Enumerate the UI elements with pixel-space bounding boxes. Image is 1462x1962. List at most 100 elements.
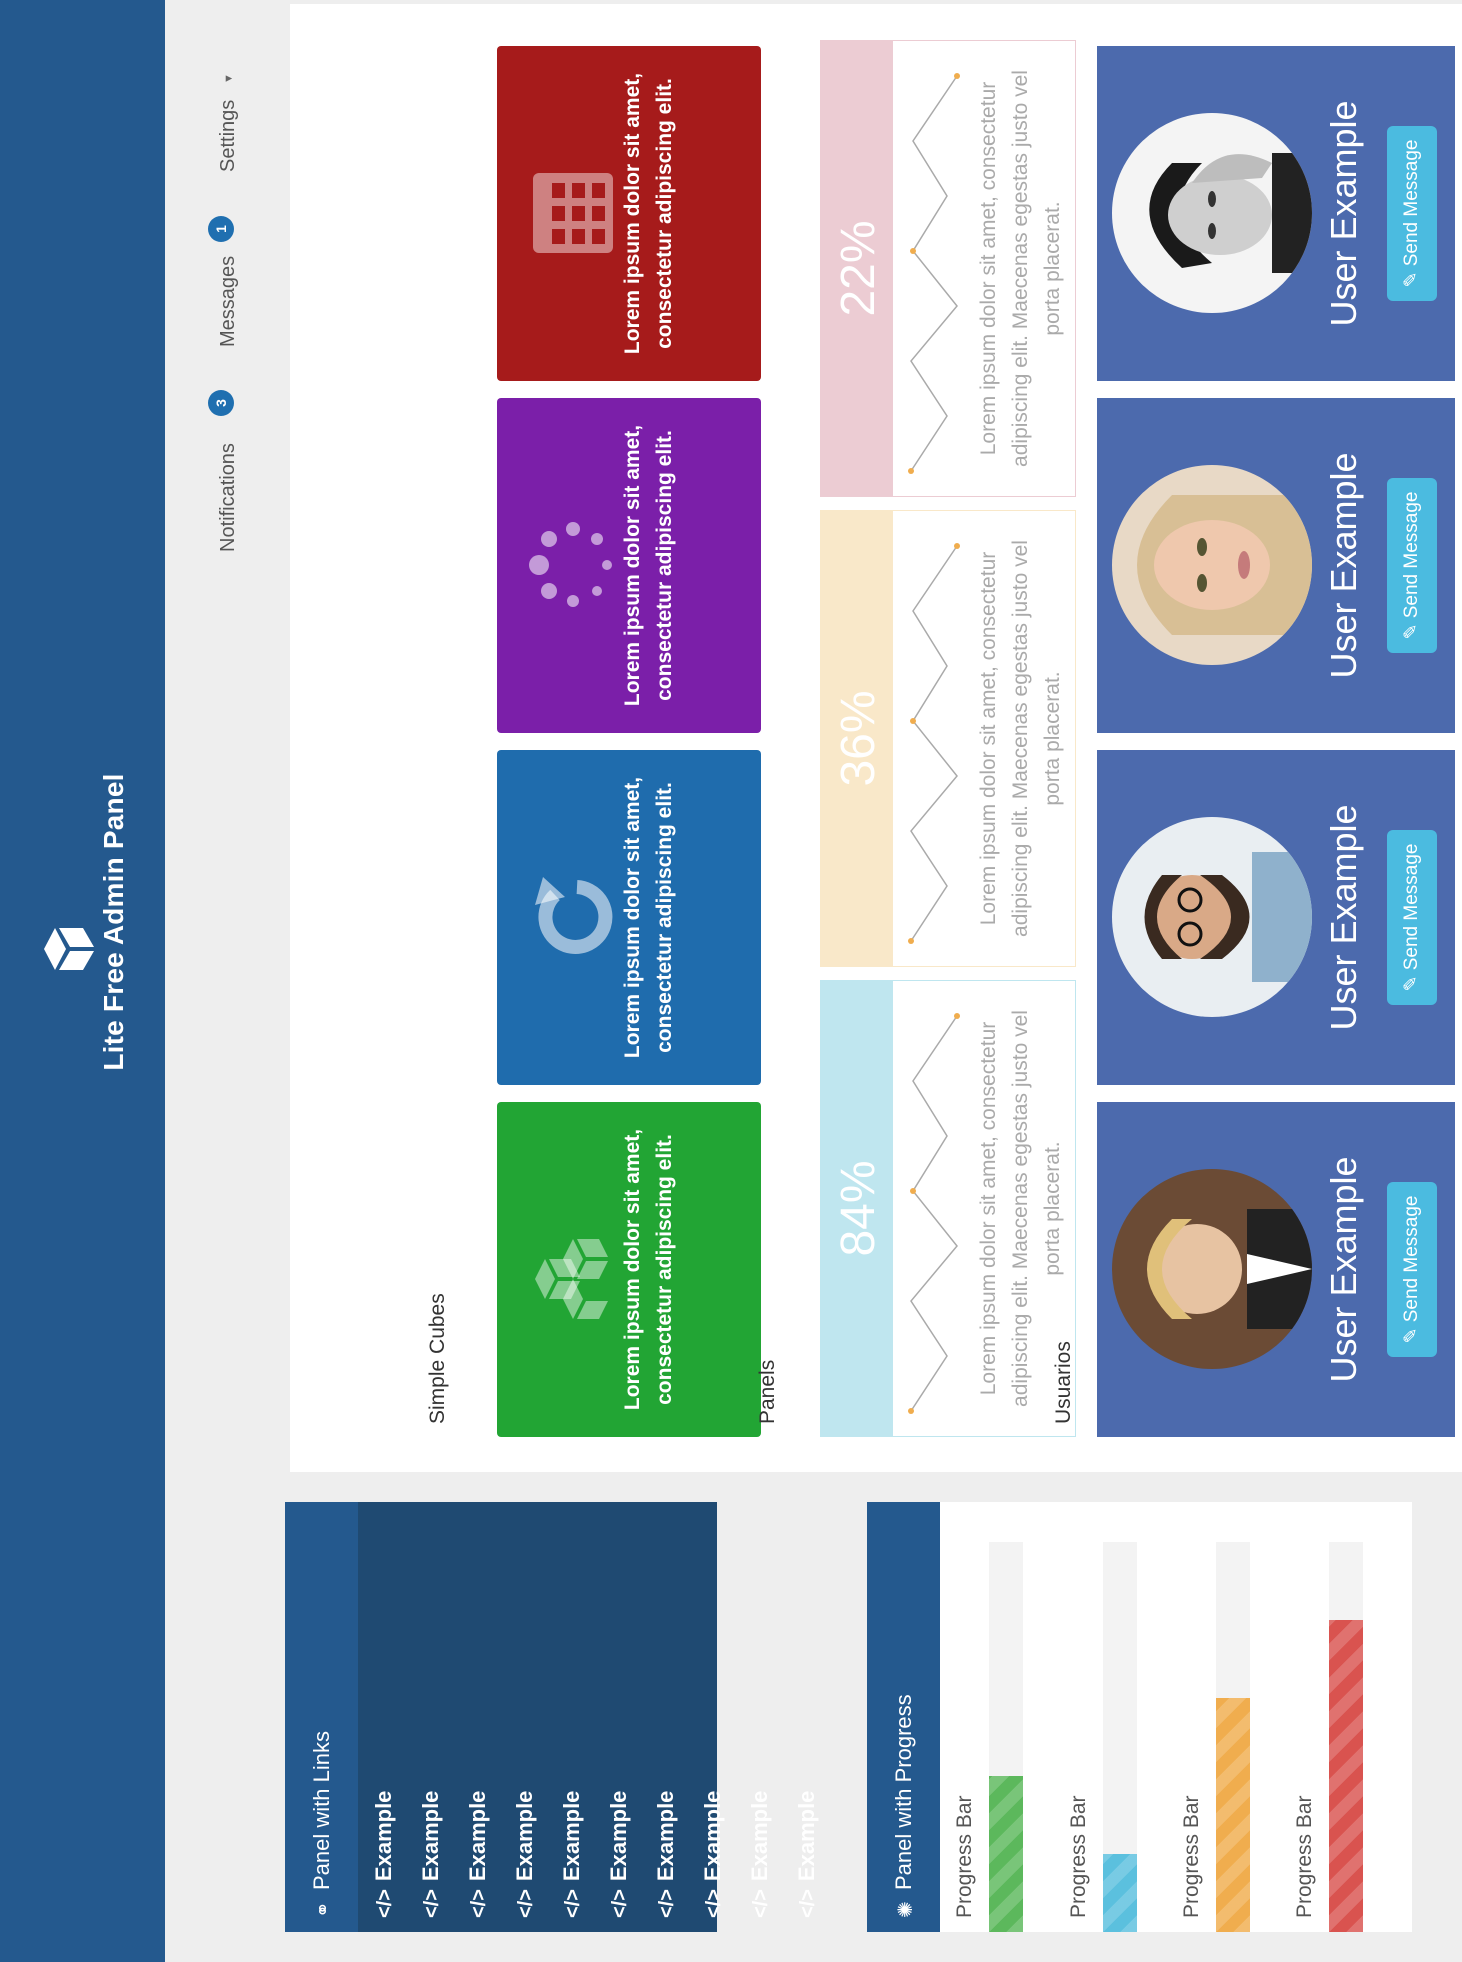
stat-text: Lorem ipsum dolor sit amet, consectetur …: [977, 540, 1064, 937]
stat-text: Lorem ipsum dolor sit amet, consectetur …: [977, 70, 1064, 467]
sparkline-chart: [908, 1013, 960, 1414]
send-message-label: Send Message: [1401, 491, 1422, 619]
avatar: [1112, 465, 1312, 665]
cube-text: Lorem ipsum dolor sit amet, consectetur …: [621, 72, 676, 355]
sidebar-link-10[interactable]: </> Example: [794, 1791, 840, 1918]
stat-panel: 84% Lorem ipsum dolor sit amet, consecte…: [820, 980, 1076, 1437]
links-panel-header: ⚭ Panel with Links: [285, 1502, 358, 1932]
sidebar-link-label: Example: [606, 1790, 631, 1882]
messages-link[interactable]: Messages: [217, 256, 240, 347]
user-name: User Example: [1323, 100, 1364, 327]
cube-text: Lorem ipsum dolor sit amet, consectetur …: [621, 776, 676, 1059]
progress-bar: [1329, 1542, 1363, 1932]
sidebar-link-label: Example: [653, 1790, 678, 1882]
cube-purple[interactable]: Lorem ipsum dolor sit amet, consectetur …: [497, 398, 761, 733]
sidebar-link-9[interactable]: </> Example: [747, 1791, 793, 1918]
sidebar-link-5[interactable]: </> Example: [559, 1791, 605, 1918]
progress-panel-header: ✺ Panel with Progress: [867, 1502, 940, 1932]
section-title-users: Usuarios: [1052, 1341, 1075, 1424]
code-icon: </>: [703, 1889, 725, 1918]
top-navbar: Notifications 3 Messages 1 Settings ▼: [165, 0, 285, 1962]
avatar: [1112, 113, 1312, 313]
send-message-button[interactable]: ✎ Send Message: [1387, 830, 1437, 1005]
sidebar-link-label: Example: [371, 1790, 396, 1882]
sidebar-link-label: Example: [512, 1790, 537, 1882]
code-icon: </>: [374, 1889, 396, 1918]
cubes-icon: [525, 1102, 621, 1437]
sidebar-link-3[interactable]: </> Example: [465, 1791, 511, 1918]
stat-percent: 36%: [821, 511, 893, 966]
progress-bar-fill: [1329, 1620, 1363, 1932]
progress-bar-fill: [989, 1776, 1023, 1932]
code-icon: </>: [562, 1889, 584, 1918]
user-name: User Example: [1323, 452, 1364, 679]
progress-bar-label: Progress Bar: [1180, 1795, 1203, 1918]
caret-down-icon: ▼: [223, 73, 235, 84]
code-icon: </>: [609, 1889, 631, 1918]
cube-blue[interactable]: Lorem ipsum dolor sit amet, consectetur …: [497, 750, 761, 1085]
messages-label: Messages: [217, 255, 239, 347]
progress-bar-fill: [1216, 1698, 1250, 1932]
code-icon: </>: [656, 1889, 678, 1918]
settings-link[interactable]: Settings: [217, 100, 240, 172]
cube-green[interactable]: Lorem ipsum dolor sit amet, consectetur …: [497, 1102, 761, 1437]
sidebar-link-2[interactable]: </> Example: [418, 1791, 464, 1918]
progress-bar: [1216, 1542, 1250, 1932]
grid-icon: [525, 46, 621, 381]
sidebar-link-8[interactable]: </> Example: [700, 1791, 746, 1918]
send-message-label: Send Message: [1401, 843, 1422, 971]
progress-panel-title: Panel with Progress: [891, 1694, 916, 1890]
pencil-icon: ✎: [1401, 1322, 1422, 1344]
main-card: Simple Cubes Lorem ipsum dolor sit amet,…: [290, 4, 1462, 1472]
sidebar-link-label: Example: [465, 1790, 490, 1882]
notifications-label: Notifications: [217, 443, 239, 552]
sidebar-link-label: Example: [700, 1790, 725, 1882]
brand[interactable]: Lite Free Admin Panel: [40, 712, 129, 1132]
rotated-page: Lite Free Admin Panel Notifications 3 Me…: [0, 0, 1462, 1962]
links-panel-title: Panel with Links: [309, 1731, 334, 1890]
app-title: Lite Free Admin Panel: [98, 773, 129, 1071]
progress-bar: [1103, 1542, 1137, 1932]
content-area: Notifications 3 Messages 1 Settings ▼ ⚭ …: [165, 0, 1462, 1962]
avatar: [1112, 817, 1312, 1017]
progress-bar-label: Progress Bar: [953, 1795, 976, 1918]
user-card: User Example ✎ Send Message: [1097, 750, 1455, 1085]
cube-logo-icon: [44, 928, 94, 970]
send-message-button[interactable]: ✎ Send Message: [1387, 1182, 1437, 1357]
sidebar-link-label: Example: [747, 1790, 772, 1882]
cube-red[interactable]: Lorem ipsum dolor sit amet, consectetur …: [497, 46, 761, 381]
user-name: User Example: [1323, 1156, 1364, 1383]
links-panel: ⚭ Panel with Links </> Example </> Example…: [285, 1502, 819, 1932]
notifications-link[interactable]: Notifications: [217, 443, 240, 552]
messages-badge: 1: [208, 216, 234, 242]
sidebar-link-1[interactable]: </> Example: [371, 1791, 417, 1918]
code-icon: </>: [468, 1889, 490, 1918]
stat-panel: 22% Lorem ipsum dolor sit amet, consecte…: [820, 40, 1076, 497]
progress-bar: [989, 1542, 1023, 1932]
spinner-icon: [525, 398, 621, 733]
send-message-button[interactable]: ✎ Send Message: [1387, 478, 1437, 653]
refresh-icon: [525, 750, 621, 1085]
avatar: [1112, 1169, 1312, 1369]
sidebar-link-7[interactable]: </> Example: [653, 1791, 699, 1918]
progress-bar-label: Progress Bar: [1067, 1795, 1090, 1918]
stat-percent: 84%: [821, 981, 893, 1436]
sparkline-chart: [908, 73, 960, 474]
spinner-icon: ✺: [895, 1901, 917, 1918]
sidebar-link-label: Example: [559, 1790, 584, 1882]
code-icon: </>: [797, 1889, 819, 1918]
pencil-icon: ✎: [1401, 970, 1422, 992]
code-icon: </>: [515, 1889, 537, 1918]
user-card: User Example ✎ Send Message: [1097, 398, 1455, 733]
stat-percent: 22%: [821, 41, 893, 496]
sidebar-link-4[interactable]: </> Example: [512, 1791, 558, 1918]
progress-bar-fill: [1103, 1854, 1137, 1932]
code-icon: </>: [421, 1889, 443, 1918]
stat-panel: 36% Lorem ipsum dolor sit amet, consecte…: [820, 510, 1076, 967]
settings-label: Settings: [217, 99, 239, 172]
send-message-button[interactable]: ✎ Send Message: [1387, 126, 1437, 301]
pencil-icon: ✎: [1401, 266, 1422, 288]
section-title-panels: Panels: [756, 1359, 779, 1424]
sidebar-link-6[interactable]: </> Example: [606, 1791, 652, 1918]
notifications-badge: 3: [208, 390, 234, 416]
